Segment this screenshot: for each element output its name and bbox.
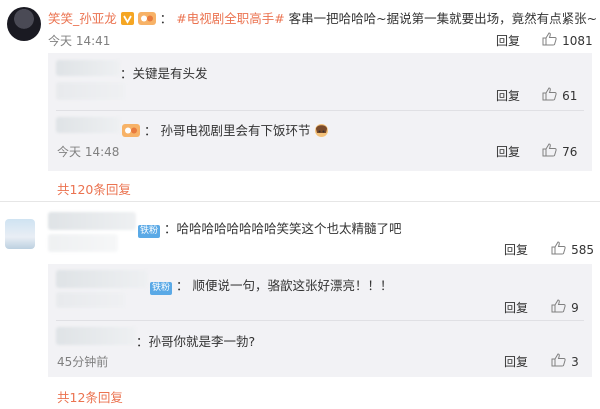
topic-link[interactable]: #电视剧全职高手# (176, 11, 284, 26)
colon: ： (143, 123, 157, 138)
like-count: 585 (571, 243, 594, 257)
comment-text: 客串一把哈哈哈~据说第一集就要出场，竟然有点紧张~ (288, 11, 598, 26)
reply-text: 孙哥电视剧里会有下饭环节 (160, 123, 311, 138)
reply-button[interactable]: 回复 (496, 87, 520, 104)
comment-time: 今天 14:41 (48, 34, 111, 48)
more-replies-link[interactable]: 共12条回复 (57, 387, 123, 406)
reply-time: 45分钟前 (57, 355, 109, 369)
reply-button[interactable]: 回复 (504, 299, 528, 316)
thumbs-up-icon (542, 86, 557, 105)
like-count: 61 (562, 89, 578, 103)
comment-row: 铁粉 ：哈哈哈哈哈哈哈哈笑笑这个也太精髓了吧 (138, 218, 402, 238)
like-button[interactable]: 1081 (542, 30, 593, 50)
reply-row: ： 孙哥电视剧里会有下饭环节 (122, 120, 329, 141)
blurred-content (56, 82, 126, 100)
thumbs-up-icon (542, 31, 557, 50)
avatar[interactable] (5, 219, 35, 249)
more-replies-link[interactable]: 共120条回复 (57, 179, 131, 198)
blurred-username (56, 60, 120, 76)
reply-row: 铁粉 ： 顺便说一句，骆歆这张好漂亮！！！ (150, 275, 392, 295)
blurred-username (48, 212, 136, 230)
fan-badge: 铁粉 (150, 282, 173, 295)
like-button[interactable]: 61 (542, 85, 577, 105)
divider (56, 110, 584, 111)
comment-header: 笑笑_孙亚龙 ： #电视剧全职高手# 客串一把哈哈哈~据说第一集就要出场，竟然有… (48, 8, 597, 28)
like-button[interactable]: 3 (551, 351, 579, 371)
divider (0, 201, 600, 202)
reply-time: 今天 14:48 (57, 145, 120, 159)
comment-text: ：哈哈哈哈哈哈哈哈笑笑这个也太精髓了吧 (164, 221, 402, 236)
like-count: 3 (571, 355, 579, 369)
thumbs-up-icon (551, 298, 566, 317)
reply-button[interactable]: 回复 (496, 32, 520, 49)
thumbs-up-icon (542, 142, 557, 161)
colon: ： (159, 11, 173, 26)
thumbs-up-icon (551, 240, 566, 259)
reply-text: ： 顺便说一句，骆歆这张好漂亮！！！ (176, 278, 393, 293)
thumbs-up-icon (551, 352, 566, 371)
member-badge-icon (137, 11, 156, 28)
like-button[interactable]: 76 (542, 141, 577, 161)
blurred-username (56, 270, 148, 288)
avatar[interactable] (7, 7, 41, 41)
like-button[interactable]: 585 (551, 239, 594, 259)
blurred-username (56, 327, 136, 345)
verified-icon (120, 11, 134, 28)
reply-text: ：关键是有头发 (120, 66, 208, 81)
member-badge-icon (122, 123, 140, 140)
blurred-username (56, 117, 120, 133)
reply-button[interactable]: 回复 (504, 353, 528, 370)
divider (56, 320, 584, 321)
reply-button[interactable]: 回复 (504, 241, 528, 258)
like-count: 1081 (562, 34, 593, 48)
fan-badge: 铁粉 (138, 225, 161, 238)
like-count: 76 (562, 145, 578, 159)
face-emoji-icon (314, 123, 329, 141)
blurred-content (56, 292, 126, 308)
like-count: 9 (571, 301, 579, 315)
reply-text: ：孙哥你就是李一勃? (136, 334, 256, 349)
author-name[interactable]: 笑笑_孙亚龙 (48, 11, 117, 26)
reply-button[interactable]: 回复 (496, 143, 520, 160)
blurred-content (48, 234, 118, 252)
like-button[interactable]: 9 (551, 297, 579, 317)
